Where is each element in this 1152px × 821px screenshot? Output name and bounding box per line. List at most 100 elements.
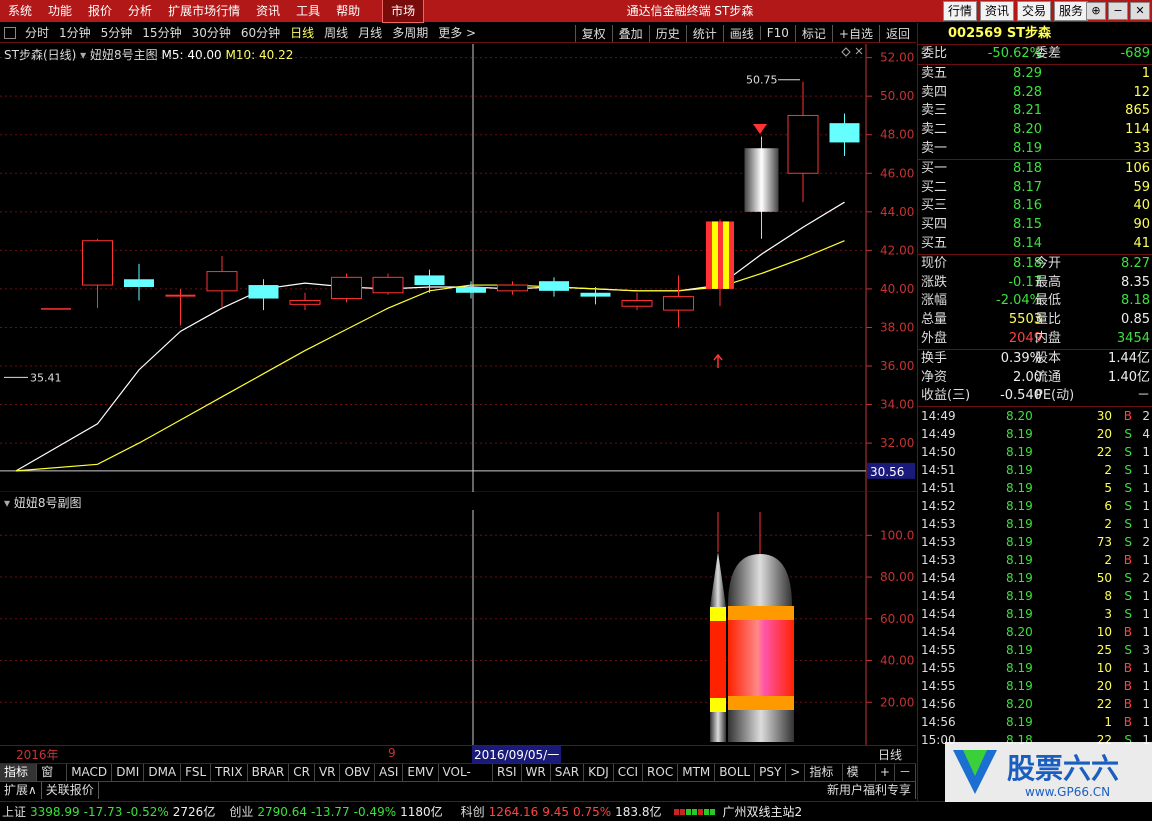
- menu-item-1[interactable]: 功能: [40, 0, 80, 22]
- indicator-tab-15[interactable]: WR: [522, 764, 551, 781]
- period-tab-0[interactable]: 分时: [20, 24, 54, 41]
- indicator-tab-17[interactable]: KDJ: [584, 764, 614, 781]
- tool-1[interactable]: 叠加: [611, 24, 649, 42]
- kc-change: 9.45: [542, 804, 570, 819]
- period-tab-3[interactable]: 15分钟: [137, 24, 186, 41]
- menu-item-2[interactable]: 报价: [80, 0, 120, 22]
- webi-row: 委比 -50.62% 委差 -689: [918, 45, 1152, 64]
- indicator-tab-5[interactable]: FSL: [181, 764, 212, 781]
- minimize-icon[interactable]: −: [1108, 2, 1128, 20]
- close-icon[interactable]: ✕: [1130, 2, 1150, 20]
- tick-volume: 22: [1096, 697, 1112, 712]
- period-tab-7[interactable]: 周线: [319, 24, 353, 41]
- tool-7[interactable]: +自选: [831, 24, 879, 42]
- period-tab-4[interactable]: 30分钟: [187, 24, 236, 41]
- indicator-right-tab-3[interactable]: －: [895, 764, 916, 781]
- tick-price: 8.19: [1006, 661, 1033, 676]
- candle-body: [165, 294, 196, 297]
- indicator-tab-18[interactable]: CCI: [614, 764, 644, 781]
- indicator-tab-8[interactable]: CR: [289, 764, 315, 781]
- indicator-tab-19[interactable]: ROC: [643, 764, 679, 781]
- indicator-right-tab-2[interactable]: +: [876, 764, 895, 781]
- top-button-2[interactable]: 交易: [1016, 1, 1051, 21]
- indicator-tab-11[interactable]: ASI: [375, 764, 404, 781]
- stock-header: 002569 ST步森: [918, 23, 1152, 45]
- tool-4[interactable]: 画线: [722, 24, 760, 42]
- ext-item-0[interactable]: 扩展∧: [0, 782, 42, 799]
- promo-link[interactable]: 新用户福利专享: [823, 782, 916, 799]
- tool-3[interactable]: 统计: [685, 24, 723, 42]
- period-tab-5[interactable]: 60分钟: [236, 24, 285, 41]
- order-volume: 40: [1133, 198, 1150, 214]
- indicator-tab-4[interactable]: DMA: [144, 764, 182, 781]
- tick-direction: S: [1124, 535, 1132, 550]
- indicator-tab-23[interactable]: >: [786, 764, 806, 781]
- signal-bar: [710, 607, 726, 707]
- indicator-right-tab-1[interactable]: 模 板: [843, 764, 876, 796]
- indicator-tab-10[interactable]: OBV: [340, 764, 376, 781]
- indicator-tab-0[interactable]: 指标A: [0, 764, 38, 796]
- month-label: 9: [388, 746, 396, 760]
- period-tab-1[interactable]: 1分钟: [54, 24, 96, 41]
- tick-list[interactable]: 14:49 8.20 30 B 2 14:49 8.19 20 S 4 14:50 8.19 22 S 1 1…: [918, 407, 1152, 749]
- top-button-0[interactable]: 行情: [942, 1, 977, 21]
- top-button-1[interactable]: 资讯: [979, 1, 1014, 21]
- menu-item-6[interactable]: 工具: [288, 0, 328, 22]
- tool-2[interactable]: 历史: [648, 24, 686, 42]
- indicator-tab-13[interactable]: VOL-TDX: [439, 764, 493, 796]
- indicator-tab-20[interactable]: MTM: [678, 764, 716, 781]
- tick-price: 8.19: [1006, 427, 1033, 442]
- tool-6[interactable]: 标记: [794, 24, 832, 42]
- indicator-tab-3[interactable]: DMI: [112, 764, 145, 781]
- menu-item-8[interactable]: 市场: [382, 0, 425, 23]
- menu-item-3[interactable]: 分析: [120, 0, 160, 22]
- tool-5[interactable]: F10: [759, 26, 795, 40]
- info-label: 最高: [1035, 274, 1062, 290]
- period-tab-6[interactable]: 日线: [285, 24, 319, 41]
- tick-time: 14:55: [921, 643, 956, 658]
- candle-body: [289, 299, 321, 305]
- main-chart[interactable]: 52.00 50.00 48.00 46.00 44.00 42.00 40.00 38.00…: [0, 44, 916, 492]
- order-label: 卖一: [921, 140, 948, 156]
- menu-item-5[interactable]: 资讯: [248, 0, 288, 22]
- tick-count: 2: [1142, 409, 1150, 424]
- toggle-panel-icon[interactable]: [4, 26, 16, 39]
- menu-item-7[interactable]: 帮助: [328, 0, 368, 22]
- candle: [372, 273, 404, 295]
- indicator-tab-6[interactable]: TRIX: [211, 764, 248, 781]
- menu-item-0[interactable]: 系统: [0, 0, 40, 22]
- indicator-tab-2[interactable]: MACD: [67, 764, 113, 781]
- indicator-tab-22[interactable]: PSY: [755, 764, 787, 781]
- period-tab-9[interactable]: 多周期: [387, 24, 433, 41]
- order-volume: 865: [1125, 103, 1150, 119]
- indicator-tab-12[interactable]: EMV: [403, 764, 439, 781]
- indicator-tab-16[interactable]: SAR: [551, 764, 585, 781]
- indicator-tab-14[interactable]: RSI: [493, 764, 522, 781]
- sub-chart[interactable]: 100.0 80.00 60.00 40.00 20.00: [0, 492, 916, 745]
- tick-count: 2: [1142, 535, 1150, 550]
- period-label[interactable]: 日线: [878, 746, 902, 763]
- indicator-tab-7[interactable]: BRAR: [248, 764, 290, 781]
- signal-base: [710, 712, 726, 742]
- indicator-tab-21[interactable]: BOLL: [715, 764, 756, 781]
- buy-orders: 买一 8.18 106 买二 8.17 59 买三 8.16 40 买四 8.15 90 买五 8.14 4…: [918, 160, 1152, 254]
- tick-price: 8.19: [1006, 571, 1033, 586]
- period-tab-10[interactable]: 更多 >: [433, 24, 481, 41]
- indicator-tab-9[interactable]: VR: [315, 764, 341, 781]
- tick-row: 14:49 8.19 20 S 4: [918, 425, 1152, 443]
- info-label: PE(动): [1035, 388, 1075, 404]
- close-icon: [855, 47, 863, 55]
- menu-item-4[interactable]: 扩展市场行情: [160, 0, 248, 22]
- ext-item-1[interactable]: 关联报价: [42, 782, 99, 799]
- tool-8[interactable]: 返回: [878, 24, 916, 42]
- tool-0[interactable]: 复权: [574, 24, 612, 42]
- server-label[interactable]: 广州双线主站2: [723, 803, 803, 820]
- period-toolbar: 分时 1分钟 5分钟 15分钟 30分钟 60分钟 日线 周线 月线 多周期 更多 > 复权 叠加 历史…: [0, 23, 916, 43]
- indicator-tab-1[interactable]: 窗口: [37, 764, 68, 796]
- period-tab-2[interactable]: 5分钟: [96, 24, 138, 41]
- top-button-3[interactable]: 服务: [1053, 1, 1088, 21]
- period-tab-8[interactable]: 月线: [353, 24, 387, 41]
- tick-direction: B: [1123, 679, 1132, 694]
- indicator-right-tab-0[interactable]: 指标B: [805, 764, 843, 796]
- restore-icon[interactable]: ⊕: [1086, 2, 1106, 20]
